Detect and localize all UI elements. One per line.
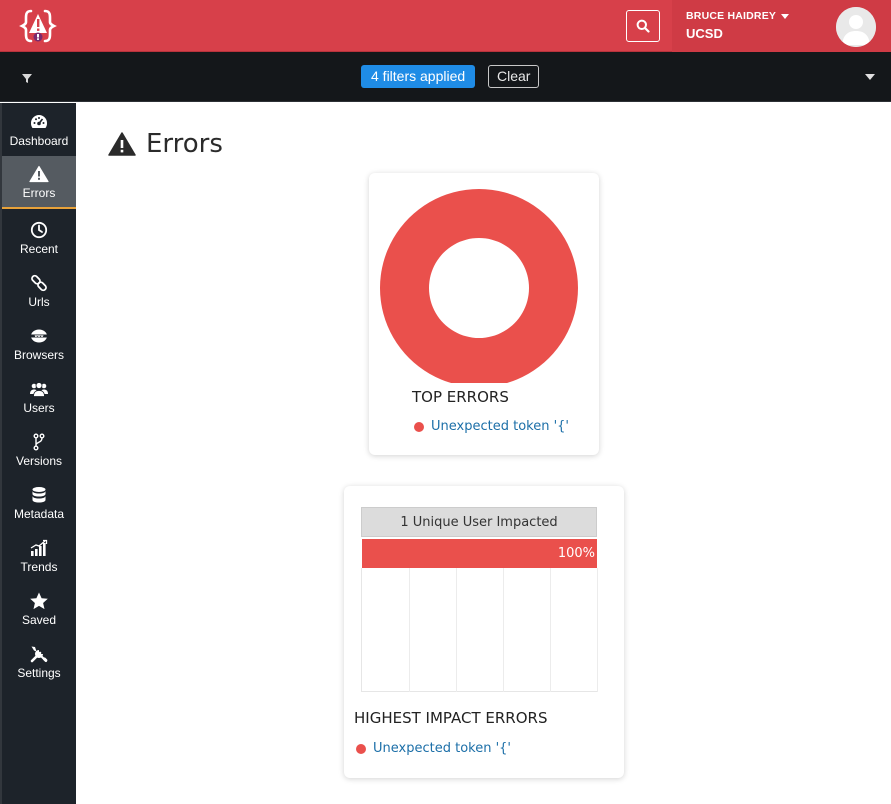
sidebar-item-urls[interactable]: Urls (2, 264, 76, 317)
highest-impact-card: 1 Unique User Impacted 100% HIGHEST IMPA… (344, 486, 624, 778)
search-button[interactable] (626, 10, 660, 42)
sidebar-item-label: Recent (19, 241, 59, 256)
sidebar-item-label: Errors (22, 185, 56, 200)
page-title: Errors (146, 129, 223, 159)
sidebar-item-label: Versions (15, 453, 63, 468)
trends-icon (29, 538, 49, 558)
legend-label: Unexpected token '{' (373, 741, 511, 756)
branch-icon (29, 432, 49, 452)
chevron-down-icon[interactable] (865, 74, 875, 80)
top-bar: BRUCE HAIDREY UCSD (0, 0, 891, 52)
filter-icon[interactable] (20, 70, 34, 84)
app-logo[interactable] (0, 0, 76, 52)
page-header: Errors (108, 128, 223, 160)
highest-impact-legend-item[interactable]: Unexpected token '{' (356, 741, 511, 756)
svg-text:www: www (35, 334, 44, 338)
warning-icon (108, 132, 136, 156)
grid-line (409, 568, 410, 692)
sidebar-item-versions[interactable]: Versions (2, 423, 76, 476)
impact-bar[interactable]: 100% (362, 539, 597, 568)
sidebar-item-settings[interactable]: Settings (2, 635, 76, 688)
top-errors-legend-item[interactable]: Unexpected token '{' (414, 419, 569, 434)
grid-line (550, 568, 551, 692)
sidebar-item-label: Urls (28, 294, 50, 309)
organization-name: UCSD (686, 26, 723, 41)
sidebar-item-recent[interactable]: Recent (2, 211, 76, 264)
user-name-dropdown[interactable]: BRUCE HAIDREY (686, 10, 790, 22)
sidebar: Dashboard Errors Recent Urls www Browser… (0, 103, 76, 804)
clock-icon (29, 220, 49, 240)
filter-bar: 4 filters applied Clear (0, 52, 891, 102)
legend-dot (356, 743, 366, 754)
legend-dot (414, 421, 424, 432)
dashboard-icon (29, 112, 49, 132)
impact-grid (361, 568, 598, 692)
top-errors-chart (379, 189, 578, 383)
impact-header: 1 Unique User Impacted (361, 507, 597, 537)
star-icon (29, 591, 49, 611)
sidebar-item-label: Trends (20, 559, 58, 574)
filters-applied-button[interactable]: 4 filters applied (361, 65, 476, 88)
sidebar-item-label: Users (23, 400, 55, 415)
user-name: BRUCE HAIDREY (686, 10, 777, 22)
user-avatar-icon (836, 7, 876, 47)
link-icon (29, 273, 49, 293)
search-icon (636, 19, 650, 33)
top-errors-card: TOP ERRORS Unexpected token '{' (369, 173, 599, 455)
globe-icon: www (29, 326, 49, 346)
sidebar-item-trends[interactable]: Trends (2, 529, 76, 582)
legend-label: Unexpected token '{' (431, 419, 569, 434)
sidebar-item-browsers[interactable]: www Browsers (2, 317, 76, 370)
sidebar-item-label: Settings (17, 665, 61, 680)
sidebar-item-metadata[interactable]: Metadata (2, 476, 76, 529)
sidebar-item-label: Browsers (13, 347, 64, 362)
tools-icon (29, 644, 49, 664)
clear-filters-button[interactable]: Clear (488, 65, 540, 88)
sidebar-item-errors[interactable]: Errors (2, 156, 76, 209)
caret-down-icon (781, 13, 790, 19)
top-errors-title: TOP ERRORS (412, 388, 509, 406)
sidebar-item-label: Dashboard (9, 133, 69, 148)
avatar[interactable] (836, 7, 876, 47)
highest-impact-title: HIGHEST IMPACT ERRORS (354, 709, 548, 727)
donut-slice[interactable] (379, 189, 578, 383)
impact-bar-label: 100% (557, 546, 595, 561)
sidebar-item-label: Saved (21, 612, 57, 627)
sidebar-item-users[interactable]: Users (2, 370, 76, 423)
grid-line (503, 568, 504, 692)
warning-icon (29, 164, 49, 184)
users-icon (29, 379, 49, 399)
grid-line (456, 568, 457, 692)
grid-line (597, 568, 598, 692)
user-menu[interactable]: BRUCE HAIDREY UCSD (672, 0, 891, 52)
sidebar-item-saved[interactable]: Saved (2, 582, 76, 635)
sidebar-item-label: Metadata (13, 506, 65, 521)
database-icon (29, 485, 49, 505)
sidebar-item-dashboard[interactable]: Dashboard (2, 103, 76, 156)
logo-icon (19, 9, 57, 43)
